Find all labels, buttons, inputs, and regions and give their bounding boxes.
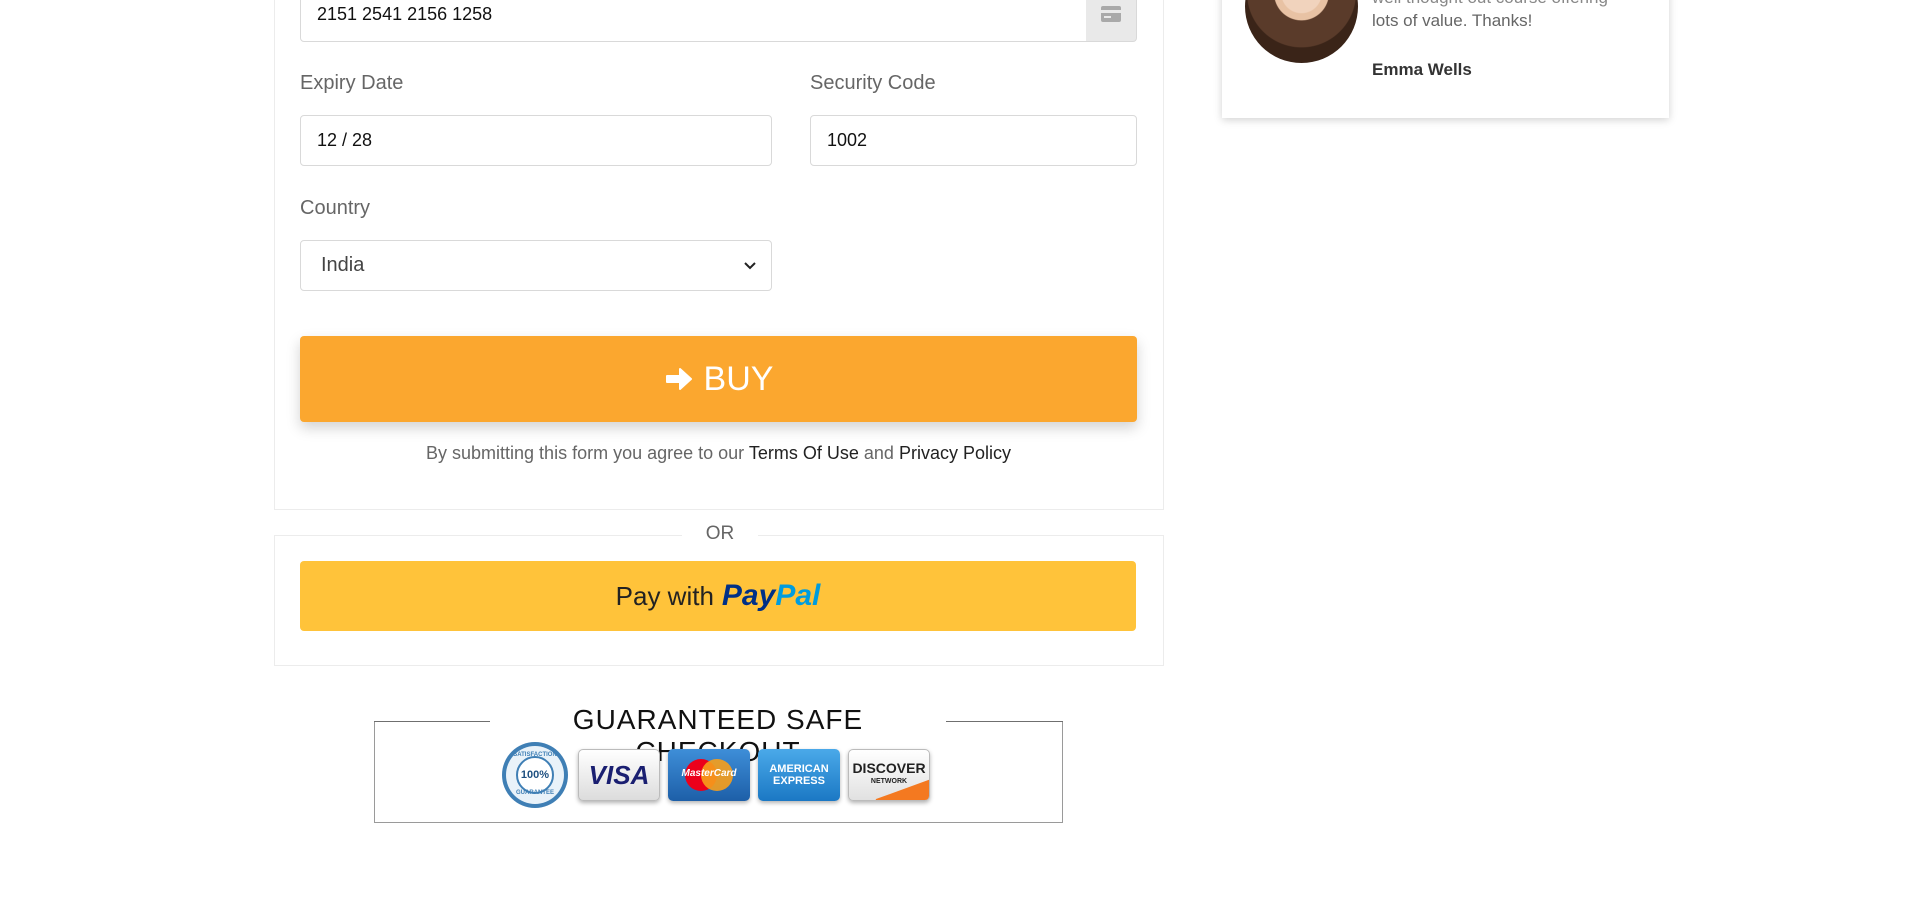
badge-line-left bbox=[374, 721, 492, 722]
expiry-date-value: 12 / 28 bbox=[317, 130, 373, 150]
mastercard-logo: MasterCard bbox=[668, 749, 750, 801]
seal-bottom-text: GUARANTEE bbox=[515, 790, 554, 796]
mastercard-text: MasterCard bbox=[681, 768, 737, 779]
terms-prefix: By submitting this form you agree to our bbox=[426, 443, 745, 463]
testimonial-author: Emma Wells bbox=[1372, 60, 1472, 79]
credit-card-icon bbox=[1086, 0, 1137, 42]
paypal-logo-pay: Pay bbox=[721, 579, 776, 612]
country-label: Country bbox=[300, 197, 371, 219]
discover-logo: DISCOVER NETWORK bbox=[848, 749, 930, 801]
paypal-logo-pal: Pal bbox=[775, 579, 821, 612]
seal-top-text: SATISFACTION bbox=[513, 752, 557, 758]
terms-of-use-link[interactable]: Terms Of Use bbox=[749, 443, 859, 463]
or-divider: OR bbox=[682, 522, 758, 546]
paypal-button[interactable]: Pay with PayPal bbox=[300, 561, 1136, 631]
discover-text-2: NETWORK bbox=[870, 778, 908, 785]
security-code-label: Security Code bbox=[810, 72, 936, 94]
paypal-logo: PayPal bbox=[722, 579, 820, 613]
chevron-down-icon bbox=[744, 262, 756, 270]
paypal-prefix: Pay with bbox=[615, 580, 714, 611]
satisfaction-seal-icon: SATISFACTION 100% GUARANTEE bbox=[500, 740, 570, 810]
card-number-value: 2151 2541 2156 1258 bbox=[317, 3, 493, 24]
amex-text-2: EXPRESS bbox=[773, 775, 825, 787]
card-number-input[interactable]: 2151 2541 2156 1258 bbox=[300, 0, 1087, 42]
amex-text-1: AMERICAN bbox=[769, 763, 829, 775]
visa-logo: VISA bbox=[578, 749, 660, 801]
buy-button[interactable]: BUY bbox=[300, 336, 1137, 422]
arrow-right-icon bbox=[665, 368, 692, 390]
buy-label: BUY bbox=[703, 359, 774, 398]
security-code-input[interactable]: 1002 bbox=[810, 115, 1137, 166]
country-value: India bbox=[321, 254, 365, 276]
expiry-date-input[interactable]: 12 / 28 bbox=[300, 115, 772, 166]
expiry-date-label: Expiry Date bbox=[300, 72, 404, 94]
seal-value-text: 100% bbox=[520, 769, 550, 781]
privacy-policy-link[interactable]: Privacy Policy bbox=[899, 443, 1011, 463]
payment-logos: SATISFACTION 100% GUARANTEE VISA MasterC… bbox=[500, 740, 930, 810]
country-select[interactable]: India bbox=[300, 240, 772, 291]
security-code-value: 1002 bbox=[827, 130, 868, 150]
amex-logo: AMERICAN EXPRESS bbox=[758, 749, 840, 801]
terms-text: By submitting this form you agree to our… bbox=[300, 443, 1137, 464]
terms-and: and bbox=[863, 443, 894, 463]
badge-line-right bbox=[944, 721, 1063, 722]
discover-text-1: DISCOVER bbox=[852, 760, 926, 776]
visa-text: VISA bbox=[588, 759, 650, 790]
testimonial-quote-top: well thought out course offering bbox=[1372, 0, 1608, 8]
testimonial-quote: lots of value. Thanks! bbox=[1372, 11, 1533, 30]
